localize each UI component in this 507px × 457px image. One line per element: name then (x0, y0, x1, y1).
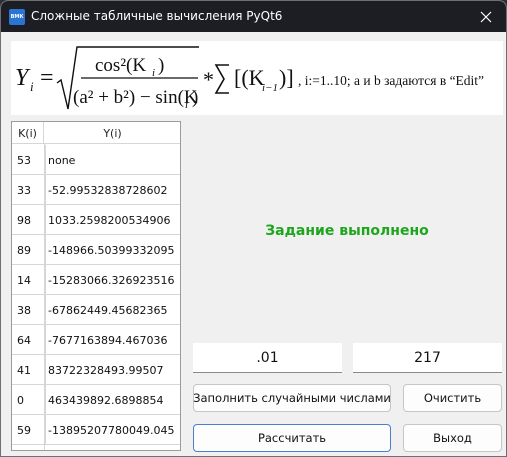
table-row[interactable]: 33 -52.99532838728602 (12, 175, 180, 205)
formula-sum-close: )] (279, 65, 294, 90)
formula-lhs: Y (15, 65, 31, 91)
cell-k[interactable]: 33 (17, 175, 31, 205)
cell-y[interactable]: none (45, 145, 180, 175)
formula-banner: Y i = cos²(K i ) (a² + b²) − sin(K i ) *… (11, 41, 503, 115)
title-bar[interactable]: ВМК Сложные табличные вычисления PyQt6 (1, 1, 506, 32)
cell-k[interactable]: 59 (17, 415, 31, 445)
table-row[interactable]: 38 -67862449.45682365 (12, 295, 180, 325)
b-input[interactable]: 217 (353, 343, 502, 373)
table-row[interactable]: 0 463439892.6898854 (12, 385, 180, 415)
cell-y[interactable]: -13895207780049.045 (45, 415, 180, 445)
cell-k[interactable]: 0 (17, 385, 24, 415)
calculate-button[interactable]: Рассчитать (193, 424, 391, 452)
cell-y[interactable]: -15283066.326923516 (45, 265, 180, 295)
formula-numerator-close: ) (158, 55, 164, 76)
table-row[interactable]: 98 1033.2598200534906 (12, 205, 180, 235)
formula-denominator: (a² + b²) − sin(K (73, 87, 198, 108)
exit-button[interactable]: Выход (403, 424, 502, 452)
cell-k[interactable]: 41 (17, 355, 31, 385)
table-row[interactable]: 41 83722328493.99507 (12, 355, 180, 385)
formula-sum-term: [(K (234, 65, 265, 90)
close-icon (480, 11, 492, 22)
header-y[interactable]: Y(i) (45, 122, 180, 144)
close-button[interactable] (466, 1, 506, 32)
table-row[interactable]: 89 -148966.50399332095 (12, 235, 180, 265)
app-icon: ВМК (9, 9, 25, 25)
cell-y[interactable]: -52.99532838728602 (45, 175, 180, 205)
formula-denominator-close: ) (192, 87, 198, 108)
formula-times: * (203, 67, 214, 92)
table-row[interactable]: 64 -7677163894.467036 (12, 325, 180, 355)
cell-y[interactable]: 83722328493.99507 (45, 355, 180, 385)
status-message: Задание выполнено (265, 223, 429, 239)
cell-y[interactable]: 463439892.6898854 (45, 385, 180, 415)
a-input[interactable]: .01 (193, 343, 342, 373)
window-title: Сложные табличные вычисления PyQt6 (31, 9, 283, 23)
table-row[interactable]: 14 -15283066.326923516 (12, 265, 180, 295)
cell-k[interactable]: 14 (17, 265, 31, 295)
formula-lhs-sub: i (30, 79, 34, 94)
table-row[interactable]: 59 -13895207780049.045 (12, 415, 180, 445)
results-table[interactable]: K(i) Y(i) 53 none 33 -52.99532838728602 … (11, 121, 181, 451)
clear-button[interactable]: Очистить (403, 384, 502, 412)
formula-eq: = (40, 65, 54, 91)
cell-k[interactable]: 98 (17, 205, 31, 235)
formula-sum-sub: i−1 (262, 82, 278, 94)
table-row[interactable]: 53 none (12, 145, 180, 175)
formula-denominator-sub: i (185, 99, 188, 111)
cell-k[interactable]: 89 (17, 235, 31, 265)
formula-numerator-sub: i (152, 67, 155, 79)
header-k[interactable]: K(i) (12, 122, 44, 144)
cell-k[interactable]: 64 (17, 325, 31, 355)
sum-sign (214, 64, 229, 94)
cell-y[interactable]: -67862449.45682365 (45, 295, 180, 325)
cell-k[interactable]: 53 (17, 145, 31, 175)
formula-numerator: cos²(K (95, 55, 146, 76)
table-header: K(i) Y(i) (12, 122, 180, 144)
cell-k[interactable]: 38 (17, 295, 31, 325)
cell-y[interactable]: -148966.50399332095 (45, 235, 180, 265)
main-window: ВМК Сложные табличные вычисления PyQt6 Y… (0, 0, 507, 457)
cell-y[interactable]: 1033.2598200534906 (45, 205, 180, 235)
cell-y[interactable]: -7677163894.467036 (45, 325, 180, 355)
fill-random-button[interactable]: Заполнить случайными числами (193, 384, 391, 412)
formula-caption: , i:=1..10; a и b задаются в “Edit” (298, 73, 484, 88)
